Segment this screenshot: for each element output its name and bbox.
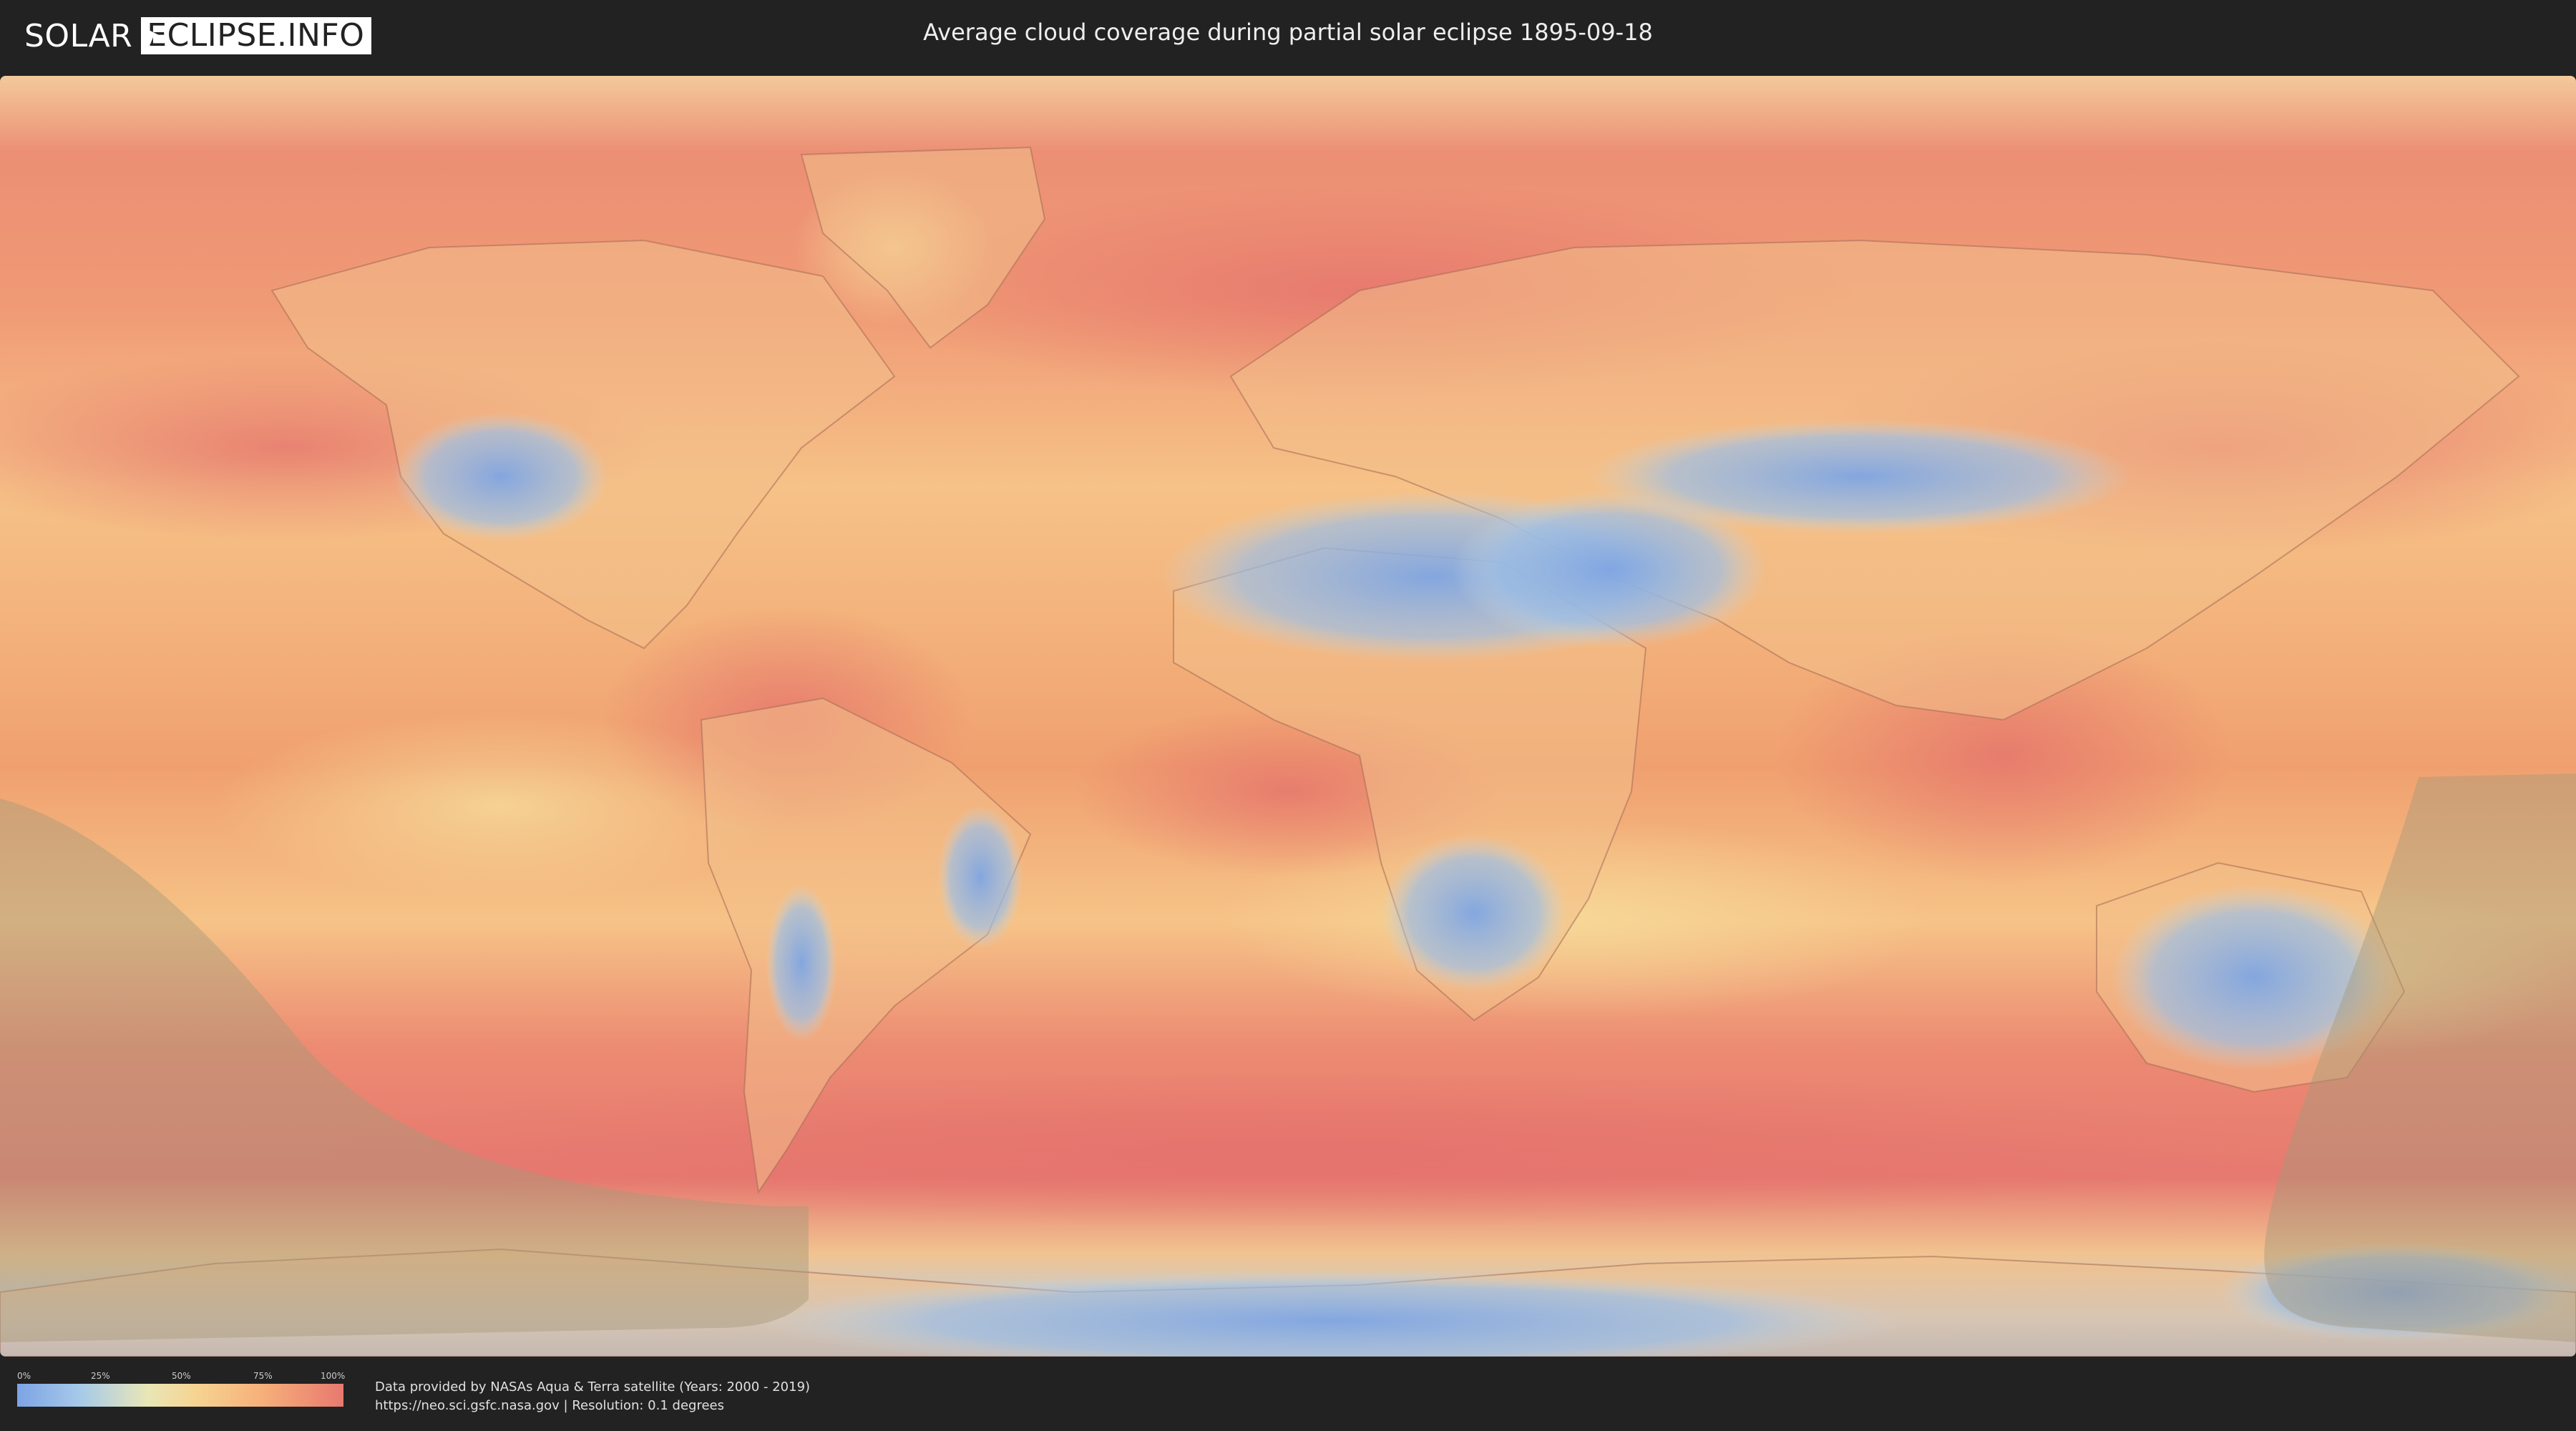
page: SOLAR ECLIPSE.INFO Average cloud coverag… <box>0 0 2576 1431</box>
legend-tick-100: 100% <box>321 1371 346 1381</box>
legend-ticks: 0% 25% 50% 75% 100% <box>17 1371 346 1384</box>
page-title: Average cloud coverage during partial so… <box>923 19 1653 46</box>
header: SOLAR ECLIPSE.INFO Average cloud coverag… <box>0 0 2576 72</box>
cloud-coverage-map[interactable] <box>0 76 2576 1357</box>
credit-line-url[interactable]: https://neo.sci.gsfc.nasa.gov | Resoluti… <box>375 1397 810 1415</box>
legend-tick-75: 75% <box>253 1371 273 1381</box>
data-credits: Data provided by NASAs Aqua & Terra sate… <box>375 1378 810 1415</box>
legend-tick-25: 25% <box>91 1371 110 1381</box>
world-map-image <box>0 76 2576 1357</box>
legend-tick-0: 0% <box>17 1371 31 1381</box>
footer: 0% 25% 50% 75% 100% Data provided by NAS… <box>0 1357 2576 1431</box>
legend-tick-50: 50% <box>172 1371 191 1381</box>
color-legend: 0% 25% 50% 75% 100% <box>17 1371 346 1407</box>
credit-line-source: Data provided by NASAs Aqua & Terra sate… <box>375 1379 811 1395</box>
legend-gradient-bar <box>17 1384 343 1407</box>
